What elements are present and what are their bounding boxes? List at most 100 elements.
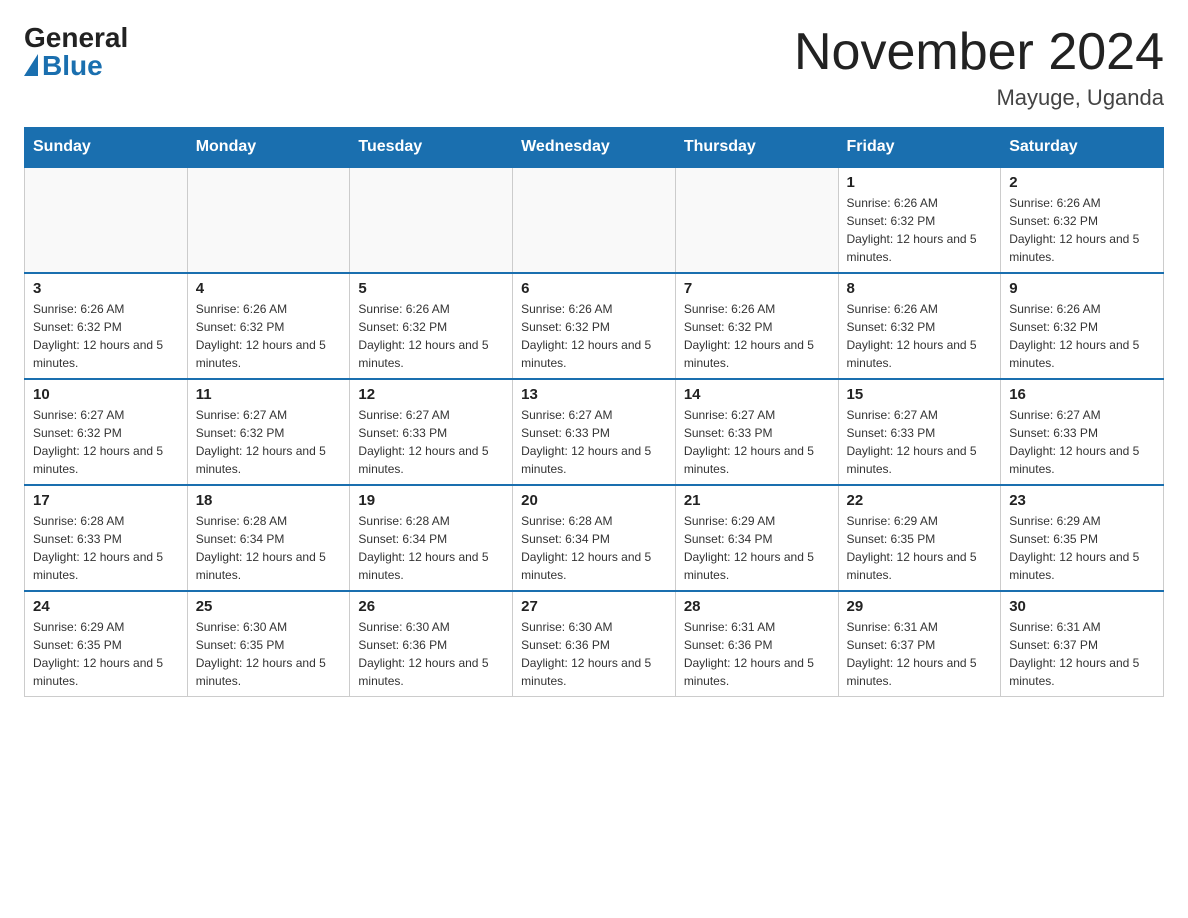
day-number: 27 — [521, 598, 667, 615]
day-info: Sunrise: 6:30 AMSunset: 6:36 PMDaylight:… — [521, 618, 667, 690]
calendar-cell — [187, 167, 350, 273]
day-number: 28 — [684, 598, 830, 615]
calendar-cell — [25, 167, 188, 273]
calendar-cell: 3 Sunrise: 6:26 AMSunset: 6:32 PMDaylight… — [25, 273, 188, 379]
calendar-cell: 22 Sunrise: 6:29 AMSunset: 6:35 PMDayligh… — [838, 485, 1001, 591]
page-title: November 2024 — [794, 24, 1164, 81]
day-info: Sunrise: 6:26 AMSunset: 6:32 PMDaylight:… — [847, 300, 993, 372]
day-number: 22 — [847, 492, 993, 509]
calendar-cell: 25 Sunrise: 6:30 AMSunset: 6:35 PMDayligh… — [187, 591, 350, 697]
day-info: Sunrise: 6:26 AMSunset: 6:32 PMDaylight:… — [1009, 300, 1155, 372]
calendar-cell: 10Sunrise: 6:27 AMSunset: 6:32 PMDayligh… — [25, 379, 188, 485]
logo-triangle-icon — [24, 54, 38, 76]
day-number: 25 — [196, 598, 342, 615]
calendar-cell: 23 Sunrise: 6:29 AMSunset: 6:35 PMDayligh… — [1001, 485, 1164, 591]
day-info: Sunrise: 6:31 AMSunset: 6:37 PMDaylight:… — [847, 618, 993, 690]
calendar-cell: 14 Sunrise: 6:27 AMSunset: 6:33 PMDayligh… — [675, 379, 838, 485]
day-info: Sunrise: 6:26 AMSunset: 6:32 PMDaylight:… — [33, 300, 179, 372]
day-number: 23 — [1009, 492, 1155, 509]
calendar-cell: 16 Sunrise: 6:27 AMSunset: 6:33 PMDayligh… — [1001, 379, 1164, 485]
day-number: 2 — [1009, 174, 1155, 191]
calendar-cell: 9 Sunrise: 6:26 AMSunset: 6:32 PMDaylight… — [1001, 273, 1164, 379]
logo-general-text: General — [24, 24, 128, 52]
day-number: 16 — [1009, 386, 1155, 403]
day-info: Sunrise: 6:27 AMSunset: 6:32 PMDaylight:… — [196, 406, 342, 478]
calendar-cell — [513, 167, 676, 273]
day-info: Sunrise: 6:27 AMSunset: 6:33 PMDaylight:… — [521, 406, 667, 478]
day-info: Sunrise: 6:27 AMSunset: 6:33 PMDaylight:… — [1009, 406, 1155, 478]
calendar-cell: 7 Sunrise: 6:26 AMSunset: 6:32 PMDaylight… — [675, 273, 838, 379]
day-number: 19 — [358, 492, 504, 509]
day-number: 6 — [521, 280, 667, 297]
weekday-header: Saturday — [1001, 128, 1164, 168]
calendar-week-row: 3 Sunrise: 6:26 AMSunset: 6:32 PMDaylight… — [25, 273, 1164, 379]
calendar-cell: 27 Sunrise: 6:30 AMSunset: 6:36 PMDayligh… — [513, 591, 676, 697]
calendar-cell: 11 Sunrise: 6:27 AMSunset: 6:32 PMDayligh… — [187, 379, 350, 485]
day-info: Sunrise: 6:26 AMSunset: 6:32 PMDaylight:… — [358, 300, 504, 372]
day-info: Sunrise: 6:31 AMSunset: 6:37 PMDaylight:… — [1009, 618, 1155, 690]
day-number: 3 — [33, 280, 179, 297]
calendar-table: SundayMondayTuesdayWednesdayThursdayFrid… — [24, 127, 1164, 697]
calendar-cell: 4 Sunrise: 6:26 AMSunset: 6:32 PMDaylight… — [187, 273, 350, 379]
day-info: Sunrise: 6:28 AMSunset: 6:33 PMDaylight:… — [33, 512, 179, 584]
day-number: 18 — [196, 492, 342, 509]
day-info: Sunrise: 6:29 AMSunset: 6:34 PMDaylight:… — [684, 512, 830, 584]
day-number: 4 — [196, 280, 342, 297]
calendar-week-row: 1 Sunrise: 6:26 AMSunset: 6:32 PMDaylight… — [25, 167, 1164, 273]
calendar-cell: 21 Sunrise: 6:29 AMSunset: 6:34 PMDayligh… — [675, 485, 838, 591]
day-number: 12 — [358, 386, 504, 403]
day-info: Sunrise: 6:27 AMSunset: 6:33 PMDaylight:… — [684, 406, 830, 478]
day-number: 29 — [847, 598, 993, 615]
day-info: Sunrise: 6:27 AMSunset: 6:33 PMDaylight:… — [358, 406, 504, 478]
day-info: Sunrise: 6:29 AMSunset: 6:35 PMDaylight:… — [847, 512, 993, 584]
weekday-header: Tuesday — [350, 128, 513, 168]
day-info: Sunrise: 6:29 AMSunset: 6:35 PMDaylight:… — [1009, 512, 1155, 584]
day-number: 15 — [847, 386, 993, 403]
title-block: November 2024 Mayuge, Uganda — [794, 24, 1164, 111]
day-number: 1 — [847, 174, 993, 191]
logo-blue-text: Blue — [24, 52, 103, 80]
weekday-header: Friday — [838, 128, 1001, 168]
day-info: Sunrise: 6:28 AMSunset: 6:34 PMDaylight:… — [521, 512, 667, 584]
calendar-cell — [675, 167, 838, 273]
day-info: Sunrise: 6:28 AMSunset: 6:34 PMDaylight:… — [358, 512, 504, 584]
day-number: 30 — [1009, 598, 1155, 615]
calendar-week-row: 10Sunrise: 6:27 AMSunset: 6:32 PMDayligh… — [25, 379, 1164, 485]
day-number: 14 — [684, 386, 830, 403]
day-info: Sunrise: 6:26 AMSunset: 6:32 PMDaylight:… — [684, 300, 830, 372]
calendar-cell: 29 Sunrise: 6:31 AMSunset: 6:37 PMDayligh… — [838, 591, 1001, 697]
calendar-cell: 17 Sunrise: 6:28 AMSunset: 6:33 PMDayligh… — [25, 485, 188, 591]
day-info: Sunrise: 6:31 AMSunset: 6:36 PMDaylight:… — [684, 618, 830, 690]
logo: General Blue — [24, 24, 128, 80]
day-info: Sunrise: 6:30 AMSunset: 6:35 PMDaylight:… — [196, 618, 342, 690]
day-number: 9 — [1009, 280, 1155, 297]
day-info: Sunrise: 6:26 AMSunset: 6:32 PMDaylight:… — [847, 194, 993, 266]
calendar-cell: 5Sunrise: 6:26 AMSunset: 6:32 PMDaylight… — [350, 273, 513, 379]
calendar-week-row: 24Sunrise: 6:29 AMSunset: 6:35 PMDayligh… — [25, 591, 1164, 697]
calendar-cell: 20 Sunrise: 6:28 AMSunset: 6:34 PMDayligh… — [513, 485, 676, 591]
page-header: General Blue November 2024 Mayuge, Ugand… — [24, 24, 1164, 111]
calendar-cell: 8Sunrise: 6:26 AMSunset: 6:32 PMDaylight… — [838, 273, 1001, 379]
calendar-cell: 12 Sunrise: 6:27 AMSunset: 6:33 PMDayligh… — [350, 379, 513, 485]
day-info: Sunrise: 6:27 AMSunset: 6:32 PMDaylight:… — [33, 406, 179, 478]
day-number: 26 — [358, 598, 504, 615]
day-number: 7 — [684, 280, 830, 297]
day-number: 21 — [684, 492, 830, 509]
day-number: 13 — [521, 386, 667, 403]
calendar-cell: 13 Sunrise: 6:27 AMSunset: 6:33 PMDayligh… — [513, 379, 676, 485]
weekday-header: Thursday — [675, 128, 838, 168]
calendar-cell: 6Sunrise: 6:26 AMSunset: 6:32 PMDaylight… — [513, 273, 676, 379]
weekday-header: Monday — [187, 128, 350, 168]
day-info: Sunrise: 6:27 AMSunset: 6:33 PMDaylight:… — [847, 406, 993, 478]
day-info: Sunrise: 6:26 AMSunset: 6:32 PMDaylight:… — [196, 300, 342, 372]
day-info: Sunrise: 6:28 AMSunset: 6:34 PMDaylight:… — [196, 512, 342, 584]
calendar-cell — [350, 167, 513, 273]
calendar-cell: 2 Sunrise: 6:26 AMSunset: 6:32 PMDaylight… — [1001, 167, 1164, 273]
day-number: 20 — [521, 492, 667, 509]
day-number: 11 — [196, 386, 342, 403]
calendar-cell: 26Sunrise: 6:30 AMSunset: 6:36 PMDayligh… — [350, 591, 513, 697]
day-info: Sunrise: 6:26 AMSunset: 6:32 PMDaylight:… — [1009, 194, 1155, 266]
calendar-cell: 15 Sunrise: 6:27 AMSunset: 6:33 PMDayligh… — [838, 379, 1001, 485]
day-number: 17 — [33, 492, 179, 509]
calendar-cell: 18 Sunrise: 6:28 AMSunset: 6:34 PMDayligh… — [187, 485, 350, 591]
